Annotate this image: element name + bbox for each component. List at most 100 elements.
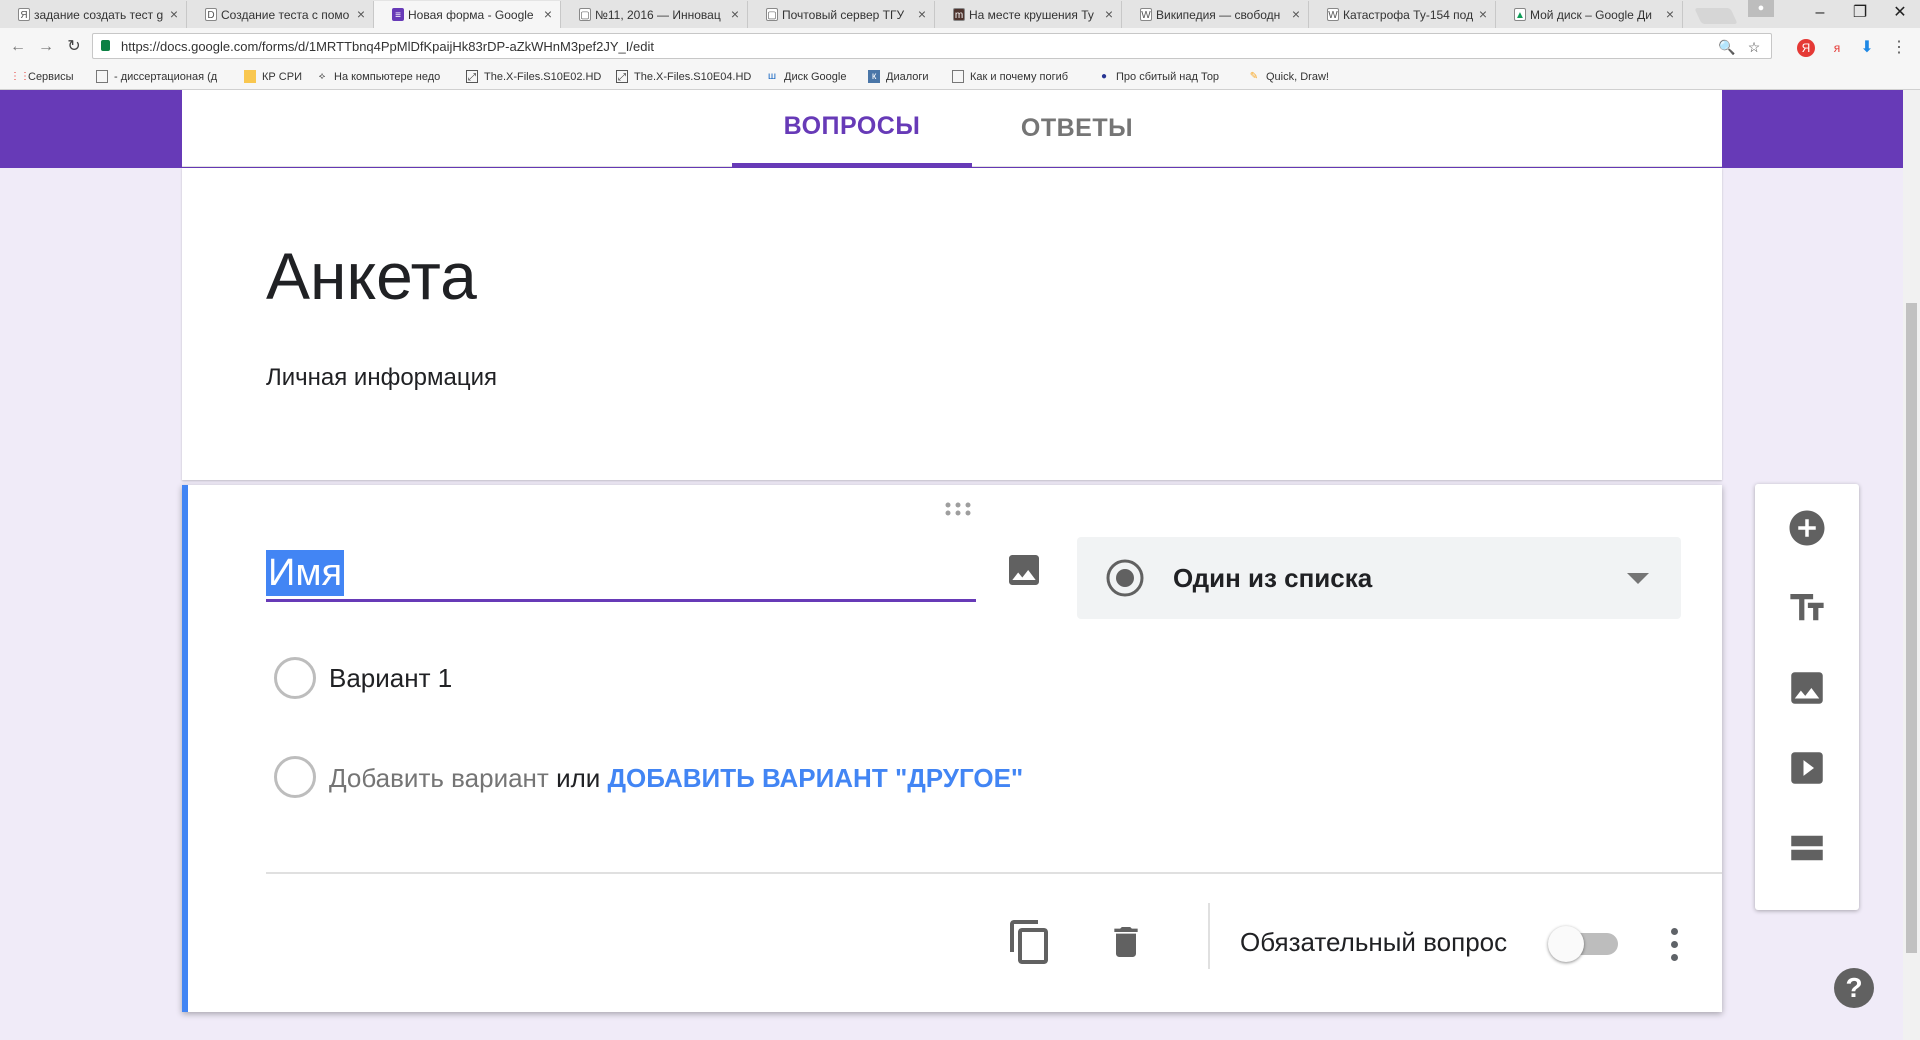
tab-close-icon[interactable]: ×	[357, 6, 365, 22]
bookmark-label: Про сбитый над Тор	[1116, 70, 1220, 83]
drag-handle-icon[interactable]	[940, 499, 976, 519]
zoom-icon[interactable]: 🔍	[1718, 38, 1736, 56]
page-icon	[952, 70, 964, 83]
bookmark-label: КР СРИ	[262, 70, 302, 83]
bookmark-item[interactable]: ⟡ На компьютере недо	[316, 70, 452, 83]
delete-icon[interactable]	[1106, 918, 1146, 966]
bookmark-item[interactable]: Как и почему погиб	[952, 70, 1084, 83]
bookmark-label: The.X-Files.S10E04.HD	[634, 70, 752, 83]
page-scrollbar[interactable]	[1903, 90, 1920, 1040]
add-question-icon[interactable]	[1783, 504, 1831, 552]
bookmark-item[interactable]: ш Диск Google	[766, 70, 862, 83]
browser-tab[interactable]: ▲ Мой диск – Google Ди ×	[1496, 1, 1683, 28]
bookmark-item[interactable]: ⤢ The.X-Files.S10E04.HD	[616, 70, 754, 83]
file-icon: ⤢	[616, 70, 628, 83]
option-1-input[interactable]: Вариант 1	[329, 663, 452, 694]
tab-close-icon[interactable]: ×	[1666, 6, 1674, 22]
browser-tab[interactable]: Я задание создать тест g ×	[0, 1, 187, 28]
browser-tab[interactable]: W Википедия — свободн ×	[1122, 1, 1309, 28]
add-section-icon[interactable]	[1783, 824, 1831, 872]
restore-icon[interactable]: ❐	[1840, 2, 1880, 24]
folder-icon	[244, 70, 256, 83]
wikipedia-favicon-icon: W	[1327, 8, 1339, 21]
bookmarks-bar: ⋮⋮ Сервисы - диссертационая (д КР СРИ ⟡ …	[0, 66, 1920, 90]
add-video-icon[interactable]	[1783, 744, 1831, 792]
yandex-extension-icon[interactable]: Я	[1797, 39, 1815, 57]
side-toolbar	[1755, 484, 1859, 910]
required-label: Обязательный вопрос	[1240, 927, 1508, 957]
browser-tab-active[interactable]: ≡ Новая форма - Google ×	[374, 1, 561, 28]
tab-close-icon[interactable]: ×	[1292, 6, 1300, 22]
profile-icon[interactable]: ●	[1748, 0, 1774, 17]
bookmark-item[interactable]: к Диалоги	[868, 70, 952, 83]
tab-close-icon[interactable]: ×	[544, 6, 552, 22]
forward-icon[interactable]: →	[36, 37, 56, 57]
browser-tab-label: Создание теста с помо	[221, 7, 350, 22]
help-icon[interactable]: ?	[1834, 968, 1874, 1008]
minimize-icon[interactable]: –	[1800, 2, 1840, 24]
bookmark-label: - диссертационая (д	[114, 70, 218, 83]
url-input[interactable]: https://docs.google.com/forms/d/1MRTTbnq…	[92, 33, 1772, 59]
secure-lock-icon	[101, 40, 110, 51]
bookmark-item[interactable]: ⋮⋮ Сервисы	[10, 70, 82, 83]
download-extension-icon[interactable]: ⬇	[1858, 39, 1876, 57]
close-window-icon[interactable]: ✕	[1880, 2, 1920, 24]
browser-tab-label: Почтовый сервер ТГУ	[782, 7, 905, 22]
bookmark-item[interactable]: ⤢ The.X-Files.S10E02.HD	[466, 70, 604, 83]
bookmark-star-icon[interactable]: ☆	[1745, 38, 1763, 56]
bookmark-item[interactable]: - диссертационая (д	[96, 70, 230, 83]
browser-tabstrip: Я задание создать тест g × D Создание те…	[0, 0, 1920, 28]
bookmark-item[interactable]: КР СРИ	[244, 70, 312, 83]
add-image-icon[interactable]	[1783, 664, 1831, 712]
footer-divider	[1208, 903, 1210, 969]
news-favicon-icon: m	[953, 8, 965, 21]
add-title-icon[interactable]	[1783, 584, 1831, 632]
browser-tab[interactable]: ▢ №11, 2016 — Инновац ×	[561, 1, 748, 28]
forms-favicon-icon: ≡	[392, 8, 404, 21]
browser-tab[interactable]: ▢ Почтовый сервер ТГУ ×	[748, 1, 935, 28]
add-image-icon[interactable]	[1004, 550, 1044, 590]
tab-answers[interactable]: ОТВЕТЫ	[972, 90, 1182, 167]
forms-page: ВОПРОСЫ ОТВЕТЫ Анкета Личная информация …	[0, 90, 1903, 1040]
required-toggle[interactable]	[1548, 926, 1620, 962]
chrome-menu-icon[interactable]: ⋮	[1890, 39, 1908, 57]
question-card[interactable]: Имя Один из списка Вариант 1 Добавить ва…	[182, 485, 1722, 1012]
scrollbar-thumb[interactable]	[1906, 303, 1917, 953]
add-option-radio-icon	[274, 756, 316, 798]
form-description[interactable]: Личная информация	[266, 364, 497, 392]
reload-icon[interactable]: ↻	[64, 37, 84, 57]
duplicate-icon[interactable]	[1006, 917, 1054, 967]
apps-icon: ⋮⋮	[10, 71, 30, 82]
url-text: https://docs.google.com/forms/d/1MRTTbnq…	[121, 39, 654, 54]
tab-close-icon[interactable]: ×	[731, 6, 739, 22]
add-other-option-button[interactable]: ДОБАВИТЬ ВАРИАНТ "ДРУГОЕ"	[608, 763, 1024, 793]
tab-close-icon[interactable]: ×	[918, 6, 926, 22]
tab-questions[interactable]: ВОПРОСЫ	[732, 90, 972, 167]
form-title[interactable]: Анкета	[266, 238, 477, 314]
toggle-knob	[1548, 926, 1584, 962]
yandex-bar-icon[interactable]: я	[1828, 39, 1846, 57]
tab-close-icon[interactable]: ×	[170, 6, 178, 22]
back-icon[interactable]: ←	[8, 37, 28, 57]
browser-tab[interactable]: m На месте крушения Ту ×	[935, 1, 1122, 28]
dropdown-arrow-icon	[1627, 573, 1649, 584]
question-title-input[interactable]: Имя	[266, 550, 976, 602]
new-tab-button[interactable]	[1694, 8, 1738, 24]
bookmark-item[interactable]: ● Про сбитый над Тор	[1098, 70, 1234, 83]
wikipedia-favicon-icon: W	[1140, 8, 1152, 21]
docs-favicon-icon: D	[205, 8, 217, 21]
form-title-card[interactable]: Анкета Личная информация	[182, 168, 1722, 480]
question-type-dropdown[interactable]: Один из списка	[1077, 537, 1681, 619]
tab-close-icon[interactable]: ×	[1105, 6, 1113, 22]
tab-close-icon[interactable]: ×	[1479, 6, 1487, 22]
yandex-favicon-icon: Я	[18, 8, 30, 21]
browser-tab[interactable]: D Создание теста с помо ×	[187, 1, 374, 28]
more-options-icon[interactable]	[1668, 925, 1680, 965]
browser-tab[interactable]: W Катастрофа Ту-154 под ×	[1309, 1, 1496, 28]
browser-tab-label: задание создать тест g	[34, 7, 164, 22]
add-option-link[interactable]: Добавить вариант	[329, 763, 549, 793]
card-divider	[266, 872, 1722, 874]
browser-tab-label: Мой диск – Google Ди	[1530, 7, 1652, 22]
form-tabs: ВОПРОСЫ ОТВЕТЫ	[182, 90, 1722, 167]
bookmark-item[interactable]: ✎ Quick, Draw!	[1248, 70, 1348, 83]
